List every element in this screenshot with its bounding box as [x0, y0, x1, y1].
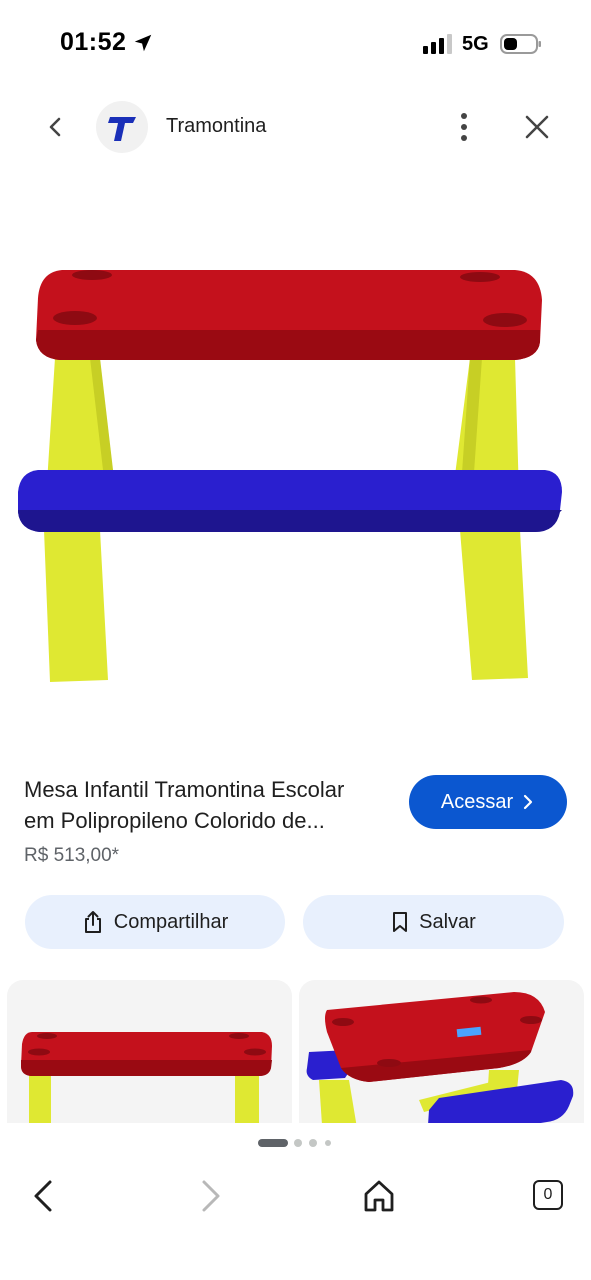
close-icon[interactable] — [522, 112, 552, 142]
related-product-image — [21, 1032, 272, 1140]
home-icon[interactable] — [362, 1178, 396, 1214]
tramontina-logo-icon — [108, 117, 136, 141]
back-chevron-icon[interactable] — [40, 112, 70, 142]
location-arrow-icon — [134, 34, 152, 52]
back-arrow-icon[interactable] — [28, 1178, 58, 1214]
product-title-line2: em Polipropileno Colorido de... — [24, 808, 325, 833]
battery-icon — [500, 34, 541, 54]
share-icon — [84, 911, 101, 933]
save-button[interactable]: Salvar — [303, 895, 564, 949]
product-price: R$ 513,00* — [24, 845, 120, 866]
forward-arrow-icon[interactable] — [196, 1178, 226, 1214]
product-title-line1: Mesa Infantil Tramontina Escolar — [24, 777, 345, 802]
page-indicator — [258, 1139, 331, 1147]
top-bar: Tramontina — [0, 96, 591, 158]
network-type: 5G — [462, 33, 489, 55]
related-image-card[interactable] — [299, 980, 584, 1140]
site-name: Tramontina — [166, 115, 267, 137]
status-bar: 01:52 5G — [0, 0, 591, 88]
site-logo — [96, 101, 148, 153]
product-image[interactable] — [0, 230, 591, 700]
tabs-icon[interactable]: 0 — [533, 1180, 563, 1210]
chevron-right-icon — [524, 794, 533, 810]
related-image-card[interactable] — [7, 980, 292, 1140]
related-product-image — [306, 992, 574, 1140]
share-button[interactable]: Compartilhar — [25, 895, 285, 949]
more-vert-icon[interactable] — [450, 110, 478, 144]
access-button[interactable]: Acessar — [409, 775, 567, 829]
product-title[interactable]: Mesa Infantil Tramontina Escolar em Poli… — [24, 774, 394, 836]
tabs-count: 0 — [543, 1186, 553, 1203]
bookmark-icon — [393, 912, 408, 932]
signal-icon — [423, 34, 452, 54]
share-button-label: Compartilhar — [113, 910, 229, 933]
status-time: 01:52 — [60, 28, 127, 56]
access-button-label: Acessar — [440, 790, 514, 813]
save-button-label: Salvar — [419, 910, 476, 933]
